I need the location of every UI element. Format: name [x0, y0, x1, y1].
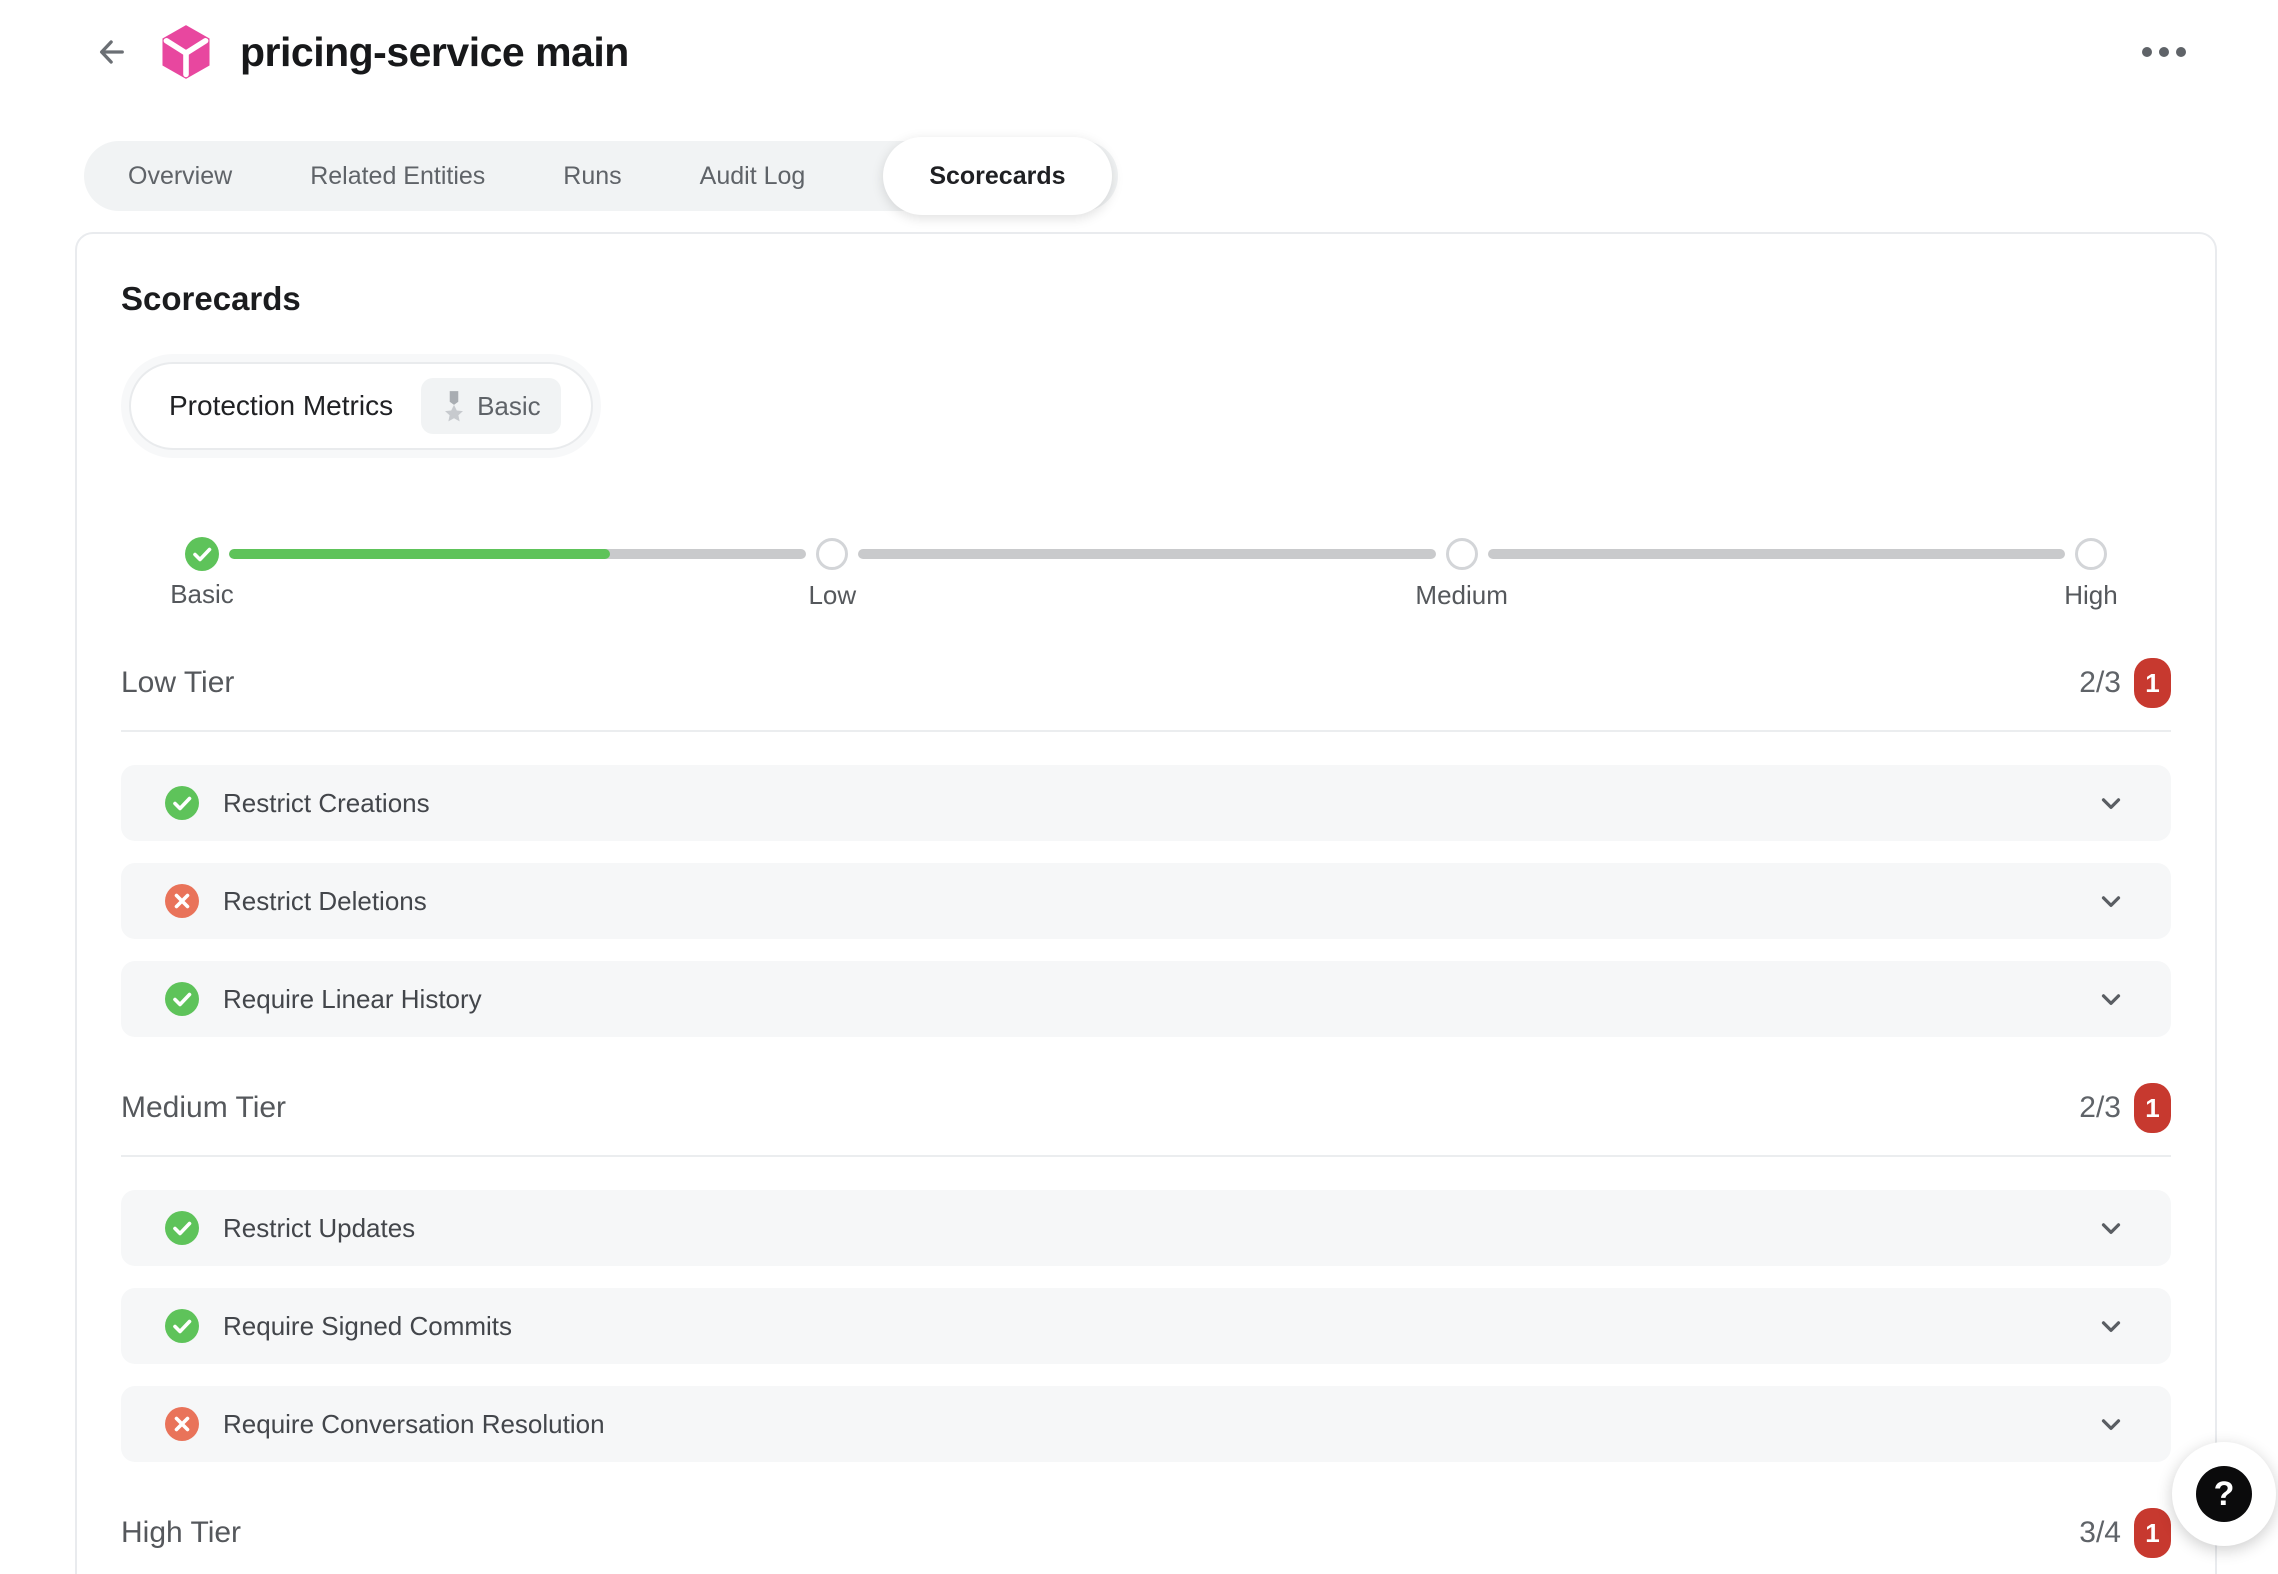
help-button[interactable]: ?: [2172, 1442, 2276, 1546]
check-label: Restrict Creations: [223, 788, 430, 819]
check-label: Require Linear History: [223, 984, 482, 1015]
check-fail-icon: [165, 884, 199, 918]
step-high: High: [2075, 538, 2107, 570]
step-complete-icon: [185, 537, 219, 571]
step-empty-icon: [2075, 538, 2107, 570]
ellipsis-icon: [2142, 47, 2152, 57]
ellipsis-menu-button[interactable]: [2132, 37, 2196, 67]
tier-header-medium: Medium Tier 2/3 1: [121, 1083, 2171, 1157]
tier-header-low: Low Tier 2/3 1: [121, 658, 2171, 732]
stepper-track-segment: [229, 549, 806, 559]
check-row-restrict-creations[interactable]: Restrict Creations: [121, 765, 2171, 841]
tab-audit-log[interactable]: Audit Log: [700, 162, 806, 191]
scorecard-selector[interactable]: Protection Metrics Basic: [129, 362, 593, 450]
chevron-down-icon[interactable]: [2096, 1409, 2126, 1439]
chevron-down-icon[interactable]: [2096, 1213, 2126, 1243]
page-title: pricing-service main: [240, 29, 629, 76]
step-label-medium: Medium: [1415, 580, 1507, 611]
level-badge: Basic: [421, 378, 561, 434]
tier-header-high: High Tier 3/4 1: [121, 1508, 2171, 1574]
check-label: Require Conversation Resolution: [223, 1409, 605, 1440]
check-pass-icon: [165, 982, 199, 1016]
arrow-left-icon: [90, 32, 130, 72]
stepper-track-segment: [1488, 549, 2065, 559]
tab-bar: Overview Related Entities Runs Audit Log…: [84, 141, 1118, 211]
tier-score: 2/3: [2079, 666, 2121, 700]
level-badge-label: Basic: [477, 391, 541, 422]
package-cube-icon: [158, 21, 214, 83]
step-label-high: High: [2064, 580, 2117, 611]
step-basic: Basic: [185, 537, 219, 571]
check-fail-icon: [165, 1407, 199, 1441]
step-empty-icon: [1446, 538, 1478, 570]
step-medium: Medium: [1446, 538, 1478, 570]
step-label-low: Low: [808, 580, 856, 611]
page-header: pricing-service main: [0, 0, 2278, 104]
step-empty-icon: [816, 538, 848, 570]
tier-fail-count-badge: 1: [2134, 1083, 2171, 1133]
check-label: Require Signed Commits: [223, 1311, 512, 1342]
check-label: Restrict Updates: [223, 1213, 415, 1244]
step-low: Low: [816, 538, 848, 570]
stepper-track-segment: [858, 549, 1435, 559]
check-row-restrict-deletions[interactable]: Restrict Deletions: [121, 863, 2171, 939]
back-button[interactable]: [88, 30, 132, 74]
tier-name: High Tier: [121, 1516, 241, 1550]
tier-name: Low Tier: [121, 666, 234, 700]
check-pass-icon: [165, 1211, 199, 1245]
tier-score: 3/4: [2079, 1516, 2121, 1550]
check-row-require-signed-commits[interactable]: Require Signed Commits: [121, 1288, 2171, 1364]
chevron-down-icon[interactable]: [2096, 788, 2126, 818]
check-row-require-conversation-resolution[interactable]: Require Conversation Resolution: [121, 1386, 2171, 1462]
stepper-track-fill: [229, 549, 610, 559]
tier-fail-count-badge: 1: [2134, 658, 2171, 708]
tier-fail-count-badge: 1: [2134, 1508, 2171, 1558]
tab-runs[interactable]: Runs: [563, 162, 621, 191]
tab-overview[interactable]: Overview: [128, 162, 232, 191]
check-pass-icon: [165, 786, 199, 820]
check-row-restrict-updates[interactable]: Restrict Updates: [121, 1190, 2171, 1266]
scorecard-name: Protection Metrics: [169, 390, 393, 422]
scorecards-heading: Scorecards: [121, 280, 2171, 318]
tier-name: Medium Tier: [121, 1091, 286, 1125]
chevron-down-icon[interactable]: [2096, 984, 2126, 1014]
tab-scorecards[interactable]: Scorecards: [883, 137, 1111, 215]
medal-icon: [441, 390, 467, 422]
check-row-require-linear-history[interactable]: Require Linear History: [121, 961, 2171, 1037]
chevron-down-icon[interactable]: [2096, 886, 2126, 916]
step-label-basic: Basic: [170, 579, 234, 610]
tier-score: 2/3: [2079, 1091, 2121, 1125]
scorecards-panel: Scorecards Protection Metrics Basic Basi…: [75, 232, 2217, 1574]
tab-related-entities[interactable]: Related Entities: [310, 162, 485, 191]
chevron-down-icon[interactable]: [2096, 1311, 2126, 1341]
question-mark-icon: ?: [2196, 1466, 2252, 1522]
check-label: Restrict Deletions: [223, 886, 427, 917]
level-progress-stepper: Basic Low Medium High: [121, 536, 2171, 572]
check-pass-icon: [165, 1309, 199, 1343]
